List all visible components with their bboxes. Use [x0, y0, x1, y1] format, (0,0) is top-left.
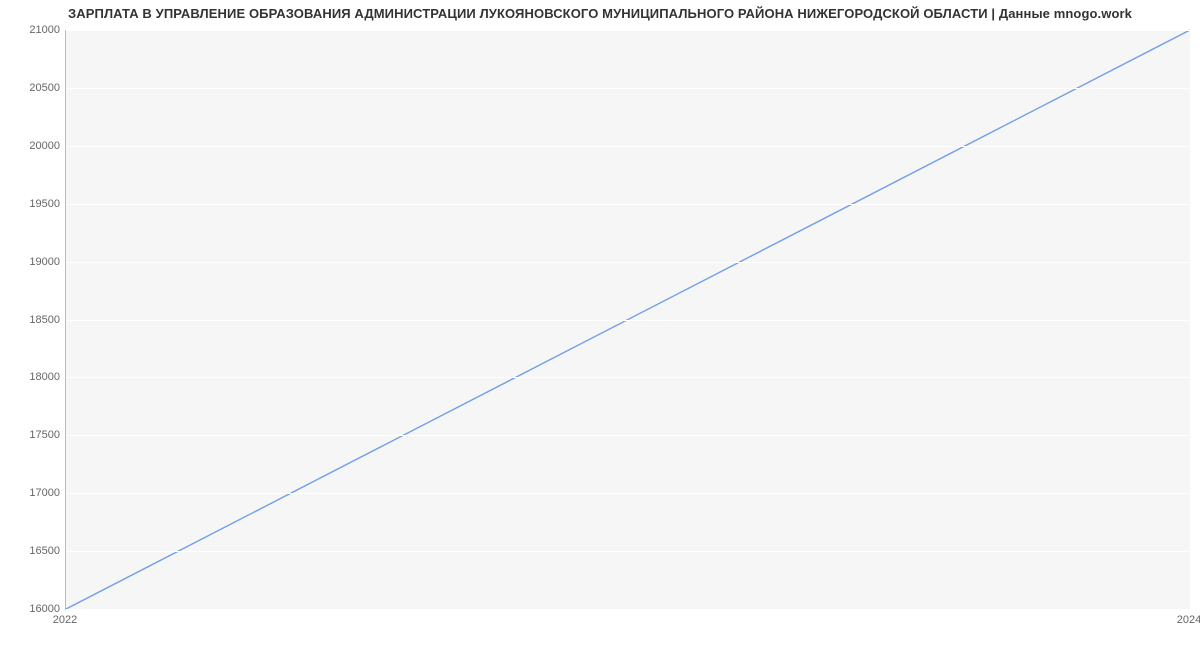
y-tick-label: 20500 — [5, 82, 60, 94]
grid-line — [66, 609, 1190, 610]
grid-line — [66, 204, 1190, 205]
grid-line — [66, 30, 1190, 31]
y-tick-label: 17500 — [5, 429, 60, 441]
y-tick-label: 19000 — [5, 256, 60, 268]
plot-area — [65, 30, 1190, 610]
y-tick-label: 21000 — [5, 24, 60, 36]
grid-line — [66, 88, 1190, 89]
y-tick-label: 20000 — [5, 140, 60, 152]
chart-title: ЗАРПЛАТА В УПРАВЛЕНИЕ ОБРАЗОВАНИЯ АДМИНИ… — [0, 6, 1200, 21]
y-tick-label: 18500 — [5, 314, 60, 326]
grid-line — [66, 146, 1190, 147]
y-tick-label: 19500 — [5, 198, 60, 210]
y-tick-label: 16500 — [5, 545, 60, 557]
y-tick-label: 17000 — [5, 487, 60, 499]
grid-line — [66, 435, 1190, 436]
grid-line — [66, 377, 1190, 378]
chart-container: ЗАРПЛАТА В УПРАВЛЕНИЕ ОБРАЗОВАНИЯ АДМИНИ… — [0, 0, 1200, 650]
y-tick-label: 18000 — [5, 371, 60, 383]
x-tick-label: 2022 — [53, 614, 77, 626]
y-tick-label: 16000 — [5, 603, 60, 615]
x-tick-label: 2024 — [1177, 614, 1200, 626]
grid-line — [66, 493, 1190, 494]
grid-line — [66, 262, 1190, 263]
grid-line — [66, 320, 1190, 321]
grid-line — [66, 551, 1190, 552]
